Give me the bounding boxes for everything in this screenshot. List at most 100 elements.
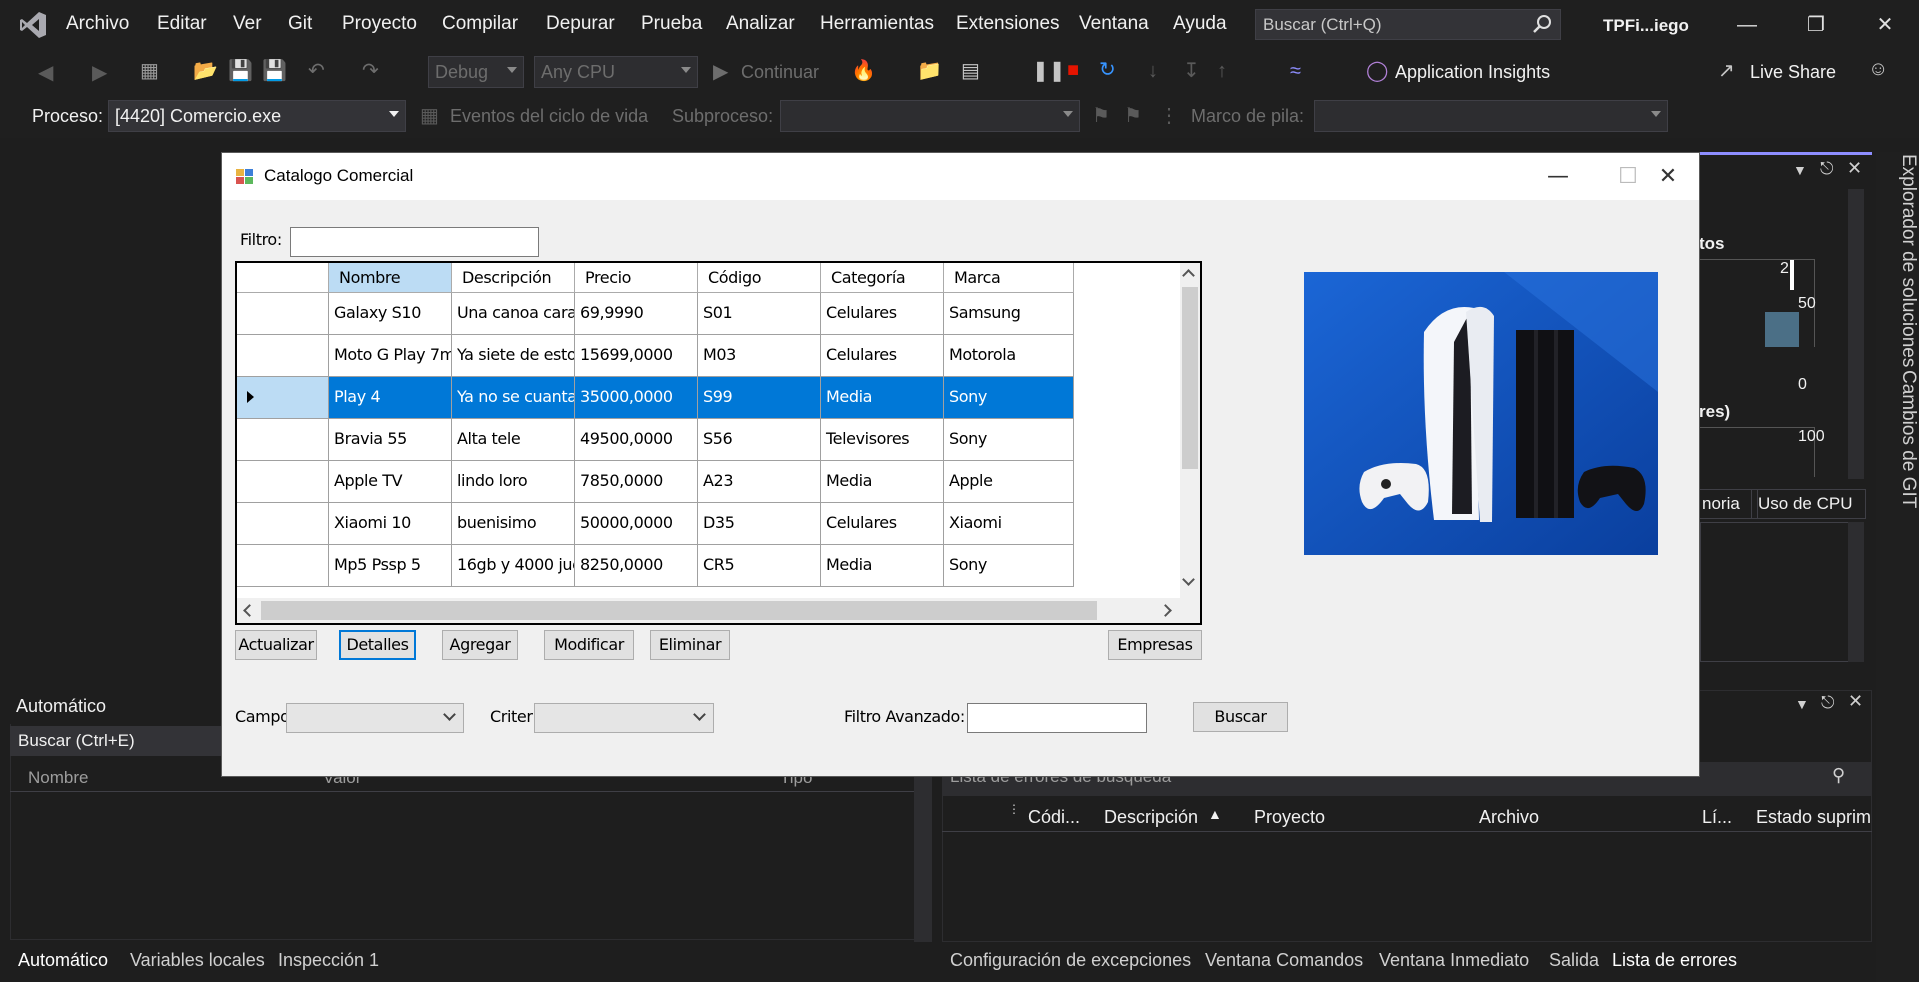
modificar-button[interactable]: Modificar: [544, 630, 634, 660]
grid-row-header[interactable]: [237, 419, 329, 461]
pin-icon[interactable]: ⎋: [1820, 159, 1833, 179]
grid-cell[interactable]: Media: [821, 545, 944, 587]
lifecycle-events-button[interactable]: Eventos del ciclo de vida: [450, 106, 648, 127]
scroll-left-icon[interactable]: [243, 604, 256, 617]
grid-cell[interactable]: buenisimo: [452, 503, 575, 545]
grid-cell[interactable]: Xiaomi: [944, 503, 1074, 545]
actualizar-button[interactable]: Actualizar: [235, 630, 317, 660]
menu-ver[interactable]: Ver: [233, 13, 262, 35]
grid-header-6[interactable]: Marca: [944, 263, 1074, 293]
tab-inspeccion-1[interactable]: Inspección 1: [270, 944, 387, 976]
grid-row-header[interactable]: [237, 293, 329, 335]
grid-row-header[interactable]: [237, 503, 329, 545]
grid-row-header[interactable]: [237, 335, 329, 377]
hot-reload-icon[interactable]: 🔥: [851, 60, 876, 82]
grid-cell[interactable]: 49500,0000: [575, 419, 698, 461]
memory-tab[interactable]: noria: [1699, 489, 1758, 519]
grid-cell[interactable]: S56: [698, 419, 821, 461]
grid-cell[interactable]: Sony: [944, 545, 1074, 587]
flag-threads-icon[interactable]: ⚑: [1124, 105, 1142, 127]
save-icon[interactable]: 💾: [228, 60, 253, 82]
grid-cell[interactable]: 69,9990: [575, 293, 698, 335]
menu-extensiones[interactable]: Extensiones: [956, 13, 1060, 35]
grid-cell[interactable]: 8250,0000: [575, 545, 698, 587]
grid-cell[interactable]: CR5: [698, 545, 821, 587]
feedback-icon[interactable]: ☺: [1868, 58, 1888, 80]
panel-close-icon[interactable]: ✕: [1847, 158, 1862, 179]
grid-header-2[interactable]: Descripción: [452, 263, 575, 293]
grid-cell[interactable]: 15699,0000: [575, 335, 698, 377]
menu-git[interactable]: Git: [288, 13, 312, 35]
menu-prueba[interactable]: Prueba: [641, 13, 702, 35]
criterio-dropdown[interactable]: [534, 703, 714, 733]
grid-cell[interactable]: Ya no se cuantas...: [452, 377, 575, 419]
menu-editar[interactable]: Editar: [157, 13, 207, 35]
tab-ventana-comandos[interactable]: Ventana Comandos: [1197, 944, 1371, 976]
diag-scrollbar[interactable]: [1848, 189, 1864, 479]
grid-cell[interactable]: Media: [821, 461, 944, 503]
subproceso-dropdown[interactable]: [780, 100, 1080, 132]
tab-ventana-inmediato[interactable]: Ventana Inmediato: [1371, 944, 1537, 976]
tab-automatico[interactable]: Automático: [10, 944, 117, 976]
grid-header-5[interactable]: Categoría: [821, 263, 944, 293]
scroll-right-icon[interactable]: [1159, 604, 1172, 617]
tab-configuracion-excepciones[interactable]: Configuración de excepciones: [942, 944, 1199, 976]
grid-cell[interactable]: Motorola: [944, 335, 1074, 377]
grid-cell[interactable]: Media: [821, 377, 944, 419]
err-col-filter-icon[interactable]: ⋮: [1008, 802, 1020, 816]
vs-search-box[interactable]: Buscar (Ctrl+Q): [1255, 9, 1561, 40]
grid-cell[interactable]: Celulares: [821, 293, 944, 335]
tab-lista-errores[interactable]: Lista de errores: [1604, 944, 1746, 976]
continue-button[interactable]: Continuar: [741, 62, 819, 83]
stop-icon[interactable]: ■: [1067, 59, 1079, 81]
grid-cell[interactable]: Apple TV: [329, 461, 452, 503]
grid-header-3[interactable]: Precio: [575, 263, 698, 293]
err-pin-icon[interactable]: ⎋: [1821, 693, 1834, 713]
menu-ventana[interactable]: Ventana: [1079, 13, 1149, 35]
grid-cell[interactable]: Ya siete de estos?: [452, 335, 575, 377]
filtro-input[interactable]: [290, 227, 539, 257]
grid-cell[interactable]: S01: [698, 293, 821, 335]
live-share-button[interactable]: Live Share: [1750, 62, 1836, 83]
buscar-button[interactable]: Buscar: [1193, 702, 1288, 732]
menu-proyecto[interactable]: Proyecto: [342, 13, 417, 35]
step-out-icon[interactable]: ↑: [1217, 60, 1227, 82]
error-search-icon[interactable]: ⚲: [1832, 765, 1845, 786]
vs-minimize-button[interactable]: —: [1724, 8, 1770, 42]
err-dropdown-icon[interactable]: ▼: [1795, 696, 1809, 712]
layout-icon[interactable]: ▤: [961, 60, 980, 82]
autos-col-nombre[interactable]: Nombre: [28, 768, 88, 788]
err-col-archivo[interactable]: Archivo: [1479, 807, 1539, 828]
configuration-dropdown[interactable]: Debug: [428, 56, 524, 88]
git-changes-tab[interactable]: Cambios de GIT: [1897, 370, 1919, 508]
cpu-tab[interactable]: Uso de CPU: [1751, 489, 1866, 519]
browse-icon[interactable]: 📁: [917, 60, 942, 82]
open-folder-icon[interactable]: 📂: [193, 60, 218, 82]
grid-cell[interactable]: Celulares: [821, 335, 944, 377]
campo-dropdown[interactable]: [286, 703, 464, 733]
autos-scrollbar[interactable]: [914, 770, 932, 942]
menu-compilar[interactable]: Compilar: [442, 13, 518, 35]
redo-icon[interactable]: ↷: [362, 60, 379, 82]
application-insights-button[interactable]: Application Insights: [1395, 62, 1550, 83]
undo-icon[interactable]: ↶: [308, 60, 325, 82]
grid-cell[interactable]: M03: [698, 335, 821, 377]
grid-cell[interactable]: Sony: [944, 377, 1074, 419]
grid-cell[interactable]: Celulares: [821, 503, 944, 545]
err-close-icon[interactable]: ✕: [1848, 691, 1863, 712]
pause-icon[interactable]: ❚❚: [1032, 60, 1066, 82]
flag-icon[interactable]: ⚑: [1092, 105, 1110, 127]
eliminar-button[interactable]: Eliminar: [650, 630, 730, 660]
grid-header-4[interactable]: Código: [698, 263, 821, 293]
grid-row-header[interactable]: [237, 545, 329, 587]
grid-cell[interactable]: A23: [698, 461, 821, 503]
detalles-button[interactable]: Detalles: [339, 630, 416, 660]
solution-explorer-tab[interactable]: Explorador de soluciones: [1897, 154, 1919, 367]
tab-variables-locales[interactable]: Variables locales: [122, 944, 273, 976]
grid-cell[interactable]: D35: [698, 503, 821, 545]
grid-cell[interactable]: 50000,0000: [575, 503, 698, 545]
filtro-avanzado-input[interactable]: [967, 703, 1147, 733]
step-over-icon[interactable]: ↧: [1183, 60, 1200, 82]
diag-lower-scrollbar[interactable]: [1848, 522, 1864, 662]
menu-archivo[interactable]: Archivo: [66, 13, 129, 35]
